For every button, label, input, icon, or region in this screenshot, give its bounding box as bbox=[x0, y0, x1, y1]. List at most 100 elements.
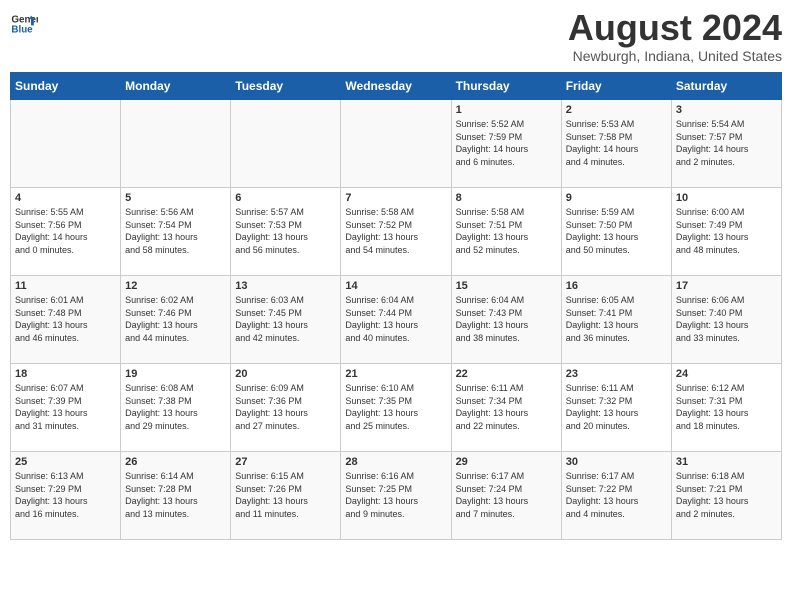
day-number: 17 bbox=[676, 280, 777, 292]
day-number: 2 bbox=[566, 104, 667, 116]
day-cell: 28Sunrise: 6:16 AM Sunset: 7:25 PM Dayli… bbox=[341, 452, 451, 540]
day-cell: 27 Sunrise: 6:15 AM Sunset: 7:26 PM Dayli… bbox=[231, 452, 341, 540]
day-info: Sunrise: 6:12 AM Sunset: 7:31 PM Dayligh… bbox=[676, 382, 777, 432]
day-info: Sunrise: 6:01 AM Sunset: 7:48 PM Dayligh… bbox=[15, 294, 116, 344]
logo-icon: General Blue bbox=[10, 10, 38, 38]
day-cell: 13Sunrise: 6:03 AM Sunset: 7:45 PM Dayli… bbox=[231, 276, 341, 364]
day-number: 18 bbox=[15, 368, 116, 380]
day-number: 20 bbox=[235, 368, 336, 380]
day-cell: 21 Sunrise: 6:10 AM Sunset: 7:35 PM Dayli… bbox=[341, 364, 451, 452]
day-cell: 18 Sunrise: 6:07 AM Sunset: 7:39 PM Dayli… bbox=[11, 364, 121, 452]
column-header-saturday: Saturday bbox=[671, 73, 781, 100]
day-number: 15 bbox=[456, 280, 557, 292]
day-number: 7 bbox=[345, 192, 446, 204]
day-cell: 6 Sunrise: 5:57 AM Sunset: 7:53 PM Daylig… bbox=[231, 188, 341, 276]
day-cell: 1 Sunrise: 5:52 AM Sunset: 7:59 PM Daylig… bbox=[451, 100, 561, 188]
day-cell bbox=[341, 100, 451, 188]
day-number: 9 bbox=[566, 192, 667, 204]
day-cell: 23 Sunrise: 6:11 AM Sunset: 7:32 PM Dayli… bbox=[561, 364, 671, 452]
day-number: 5 bbox=[125, 192, 226, 204]
day-cell: 10 Sunrise: 6:00 AM Sunset: 7:49 PM Dayli… bbox=[671, 188, 781, 276]
day-info: Sunrise: 6:04 AM Sunset: 7:44 PM Dayligh… bbox=[345, 294, 446, 344]
day-number: 1 bbox=[456, 104, 557, 116]
column-header-tuesday: Tuesday bbox=[231, 73, 341, 100]
day-info: Sunrise: 5:59 AM Sunset: 7:50 PM Dayligh… bbox=[566, 206, 667, 256]
week-row-5: 25 Sunrise: 6:13 AM Sunset: 7:29 PM Dayli… bbox=[11, 452, 782, 540]
column-header-monday: Monday bbox=[121, 73, 231, 100]
day-cell: 25 Sunrise: 6:13 AM Sunset: 7:29 PM Dayli… bbox=[11, 452, 121, 540]
header-row: SundayMondayTuesdayWednesdayThursdayFrid… bbox=[11, 73, 782, 100]
day-cell: 17 Sunrise: 6:06 AM Sunset: 7:40 PM Dayli… bbox=[671, 276, 781, 364]
day-info: Sunrise: 6:09 AM Sunset: 7:36 PM Dayligh… bbox=[235, 382, 336, 432]
day-info: Sunrise: 6:14 AM Sunset: 7:28 PM Dayligh… bbox=[125, 470, 226, 520]
logo: General Blue bbox=[10, 10, 38, 38]
svg-text:Blue: Blue bbox=[11, 24, 33, 35]
day-info: Sunrise: 6:08 AM Sunset: 7:38 PM Dayligh… bbox=[125, 382, 226, 432]
day-cell: 4Sunrise: 5:55 AM Sunset: 7:56 PM Daylig… bbox=[11, 188, 121, 276]
day-cell: 22Sunrise: 6:11 AM Sunset: 7:34 PM Dayli… bbox=[451, 364, 561, 452]
day-cell: 7 Sunrise: 5:58 AM Sunset: 7:52 PM Daylig… bbox=[341, 188, 451, 276]
day-cell bbox=[11, 100, 121, 188]
day-info: Sunrise: 6:11 AM Sunset: 7:34 PM Dayligh… bbox=[456, 382, 557, 432]
day-cell: 15 Sunrise: 6:04 AM Sunset: 7:43 PM Dayli… bbox=[451, 276, 561, 364]
header: General Blue August 2024 Newburgh, India… bbox=[10, 10, 782, 64]
week-row-4: 18 Sunrise: 6:07 AM Sunset: 7:39 PM Dayli… bbox=[11, 364, 782, 452]
column-header-wednesday: Wednesday bbox=[341, 73, 451, 100]
day-info: Sunrise: 5:58 AM Sunset: 7:52 PM Dayligh… bbox=[345, 206, 446, 256]
day-info: Sunrise: 5:57 AM Sunset: 7:53 PM Dayligh… bbox=[235, 206, 336, 256]
day-number: 13 bbox=[235, 280, 336, 292]
week-row-1: 1 Sunrise: 5:52 AM Sunset: 7:59 PM Daylig… bbox=[11, 100, 782, 188]
day-info: Sunrise: 5:52 AM Sunset: 7:59 PM Dayligh… bbox=[456, 118, 557, 168]
day-number: 23 bbox=[566, 368, 667, 380]
day-number: 28 bbox=[345, 456, 446, 468]
day-cell: 16Sunrise: 6:05 AM Sunset: 7:41 PM Dayli… bbox=[561, 276, 671, 364]
day-cell: 14 Sunrise: 6:04 AM Sunset: 7:44 PM Dayli… bbox=[341, 276, 451, 364]
day-number: 25 bbox=[15, 456, 116, 468]
day-info: Sunrise: 6:18 AM Sunset: 7:21 PM Dayligh… bbox=[676, 470, 777, 520]
calendar-table: SundayMondayTuesdayWednesdayThursdayFrid… bbox=[10, 72, 782, 540]
day-number: 10 bbox=[676, 192, 777, 204]
day-info: Sunrise: 5:54 AM Sunset: 7:57 PM Dayligh… bbox=[676, 118, 777, 168]
day-cell: 3Sunrise: 5:54 AM Sunset: 7:57 PM Daylig… bbox=[671, 100, 781, 188]
day-info: Sunrise: 6:17 AM Sunset: 7:24 PM Dayligh… bbox=[456, 470, 557, 520]
calendar-subtitle: Newburgh, Indiana, United States bbox=[568, 48, 782, 64]
day-cell: 11 Sunrise: 6:01 AM Sunset: 7:48 PM Dayli… bbox=[11, 276, 121, 364]
day-info: Sunrise: 5:58 AM Sunset: 7:51 PM Dayligh… bbox=[456, 206, 557, 256]
day-cell: 12 Sunrise: 6:02 AM Sunset: 7:46 PM Dayli… bbox=[121, 276, 231, 364]
day-number: 27 bbox=[235, 456, 336, 468]
column-header-thursday: Thursday bbox=[451, 73, 561, 100]
title-area: August 2024 Newburgh, Indiana, United St… bbox=[568, 10, 782, 64]
day-info: Sunrise: 6:06 AM Sunset: 7:40 PM Dayligh… bbox=[676, 294, 777, 344]
day-cell bbox=[231, 100, 341, 188]
calendar-title: August 2024 bbox=[568, 10, 782, 46]
day-cell: 5 Sunrise: 5:56 AM Sunset: 7:54 PM Daylig… bbox=[121, 188, 231, 276]
day-info: Sunrise: 6:17 AM Sunset: 7:22 PM Dayligh… bbox=[566, 470, 667, 520]
day-number: 14 bbox=[345, 280, 446, 292]
day-number: 4 bbox=[15, 192, 116, 204]
column-header-sunday: Sunday bbox=[11, 73, 121, 100]
day-cell: 9 Sunrise: 5:59 AM Sunset: 7:50 PM Daylig… bbox=[561, 188, 671, 276]
day-info: Sunrise: 5:53 AM Sunset: 7:58 PM Dayligh… bbox=[566, 118, 667, 168]
day-info: Sunrise: 5:56 AM Sunset: 7:54 PM Dayligh… bbox=[125, 206, 226, 256]
day-info: Sunrise: 6:00 AM Sunset: 7:49 PM Dayligh… bbox=[676, 206, 777, 256]
day-number: 21 bbox=[345, 368, 446, 380]
day-number: 12 bbox=[125, 280, 226, 292]
day-info: Sunrise: 6:07 AM Sunset: 7:39 PM Dayligh… bbox=[15, 382, 116, 432]
day-info: Sunrise: 6:10 AM Sunset: 7:35 PM Dayligh… bbox=[345, 382, 446, 432]
day-cell: 8Sunrise: 5:58 AM Sunset: 7:51 PM Daylig… bbox=[451, 188, 561, 276]
week-row-2: 4Sunrise: 5:55 AM Sunset: 7:56 PM Daylig… bbox=[11, 188, 782, 276]
day-number: 31 bbox=[676, 456, 777, 468]
day-cell: 20 Sunrise: 6:09 AM Sunset: 7:36 PM Dayli… bbox=[231, 364, 341, 452]
day-cell: 26Sunrise: 6:14 AM Sunset: 7:28 PM Dayli… bbox=[121, 452, 231, 540]
day-cell: 30 Sunrise: 6:17 AM Sunset: 7:22 PM Dayli… bbox=[561, 452, 671, 540]
day-info: Sunrise: 6:15 AM Sunset: 7:26 PM Dayligh… bbox=[235, 470, 336, 520]
day-number: 30 bbox=[566, 456, 667, 468]
day-info: Sunrise: 6:11 AM Sunset: 7:32 PM Dayligh… bbox=[566, 382, 667, 432]
day-info: Sunrise: 6:04 AM Sunset: 7:43 PM Dayligh… bbox=[456, 294, 557, 344]
day-number: 11 bbox=[15, 280, 116, 292]
day-number: 6 bbox=[235, 192, 336, 204]
week-row-3: 11 Sunrise: 6:01 AM Sunset: 7:48 PM Dayli… bbox=[11, 276, 782, 364]
day-number: 19 bbox=[125, 368, 226, 380]
day-info: Sunrise: 6:13 AM Sunset: 7:29 PM Dayligh… bbox=[15, 470, 116, 520]
day-info: Sunrise: 6:02 AM Sunset: 7:46 PM Dayligh… bbox=[125, 294, 226, 344]
